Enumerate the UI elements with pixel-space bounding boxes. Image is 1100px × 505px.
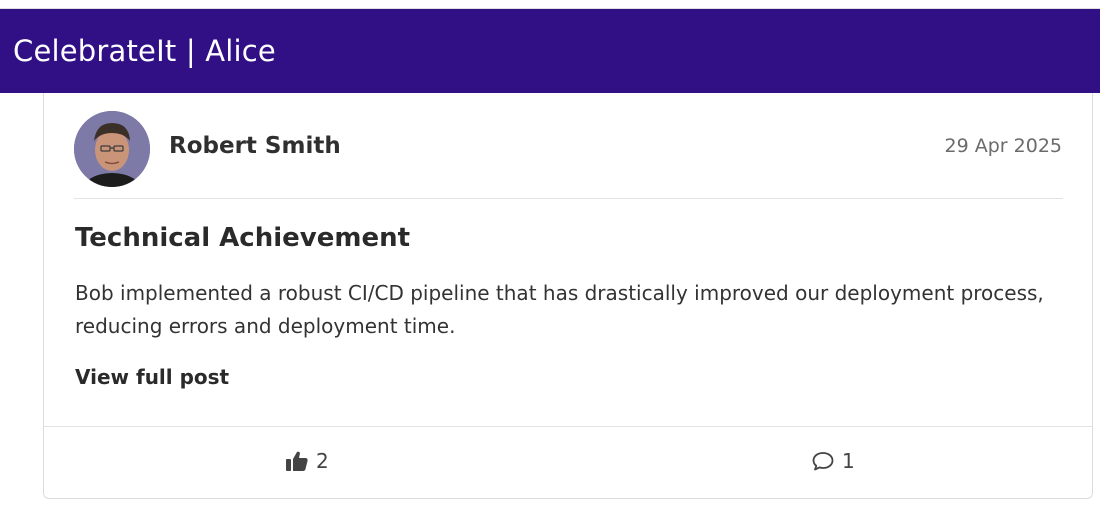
top-border: [0, 0, 1100, 9]
post-card: Robert Smith 29 Apr 2025 Technical Achie…: [43, 93, 1093, 499]
comment-bubble-icon: [812, 451, 834, 471]
footer-divider: [44, 426, 1092, 427]
post-body: Bob implemented a robust CI/CD pipeline …: [75, 281, 1044, 338]
author-photo: [74, 111, 150, 187]
post-date: 29 Apr 2025: [944, 135, 1062, 157]
thumbs-up-icon: [286, 451, 308, 471]
comment-count: 1: [842, 449, 855, 473]
post-title: Technical Achievement: [75, 223, 411, 253]
author-name: Robert Smith: [169, 133, 341, 159]
comment-button[interactable]: 1: [812, 449, 855, 473]
view-full-post-link[interactable]: View full post: [75, 365, 229, 389]
app-title: CelebrateIt | Alice: [13, 34, 276, 68]
like-button[interactable]: 2: [286, 449, 329, 473]
app-header: CelebrateIt | Alice: [0, 9, 1100, 93]
header-divider: [74, 198, 1063, 199]
avatar: [74, 111, 150, 187]
like-count: 2: [316, 449, 329, 473]
